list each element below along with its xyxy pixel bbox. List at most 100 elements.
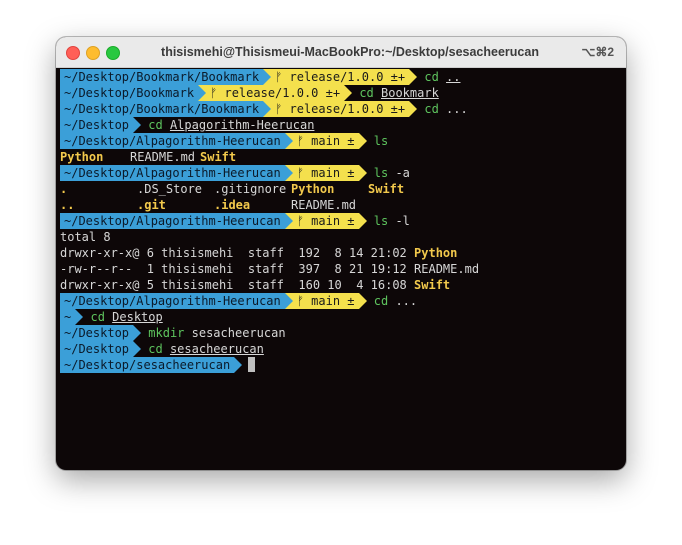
window-title: thisismehi@Thisismeui-MacBookPro:~/Deskt… xyxy=(161,45,539,59)
output-entry: . xyxy=(60,182,68,196)
segment-separator-icon xyxy=(284,133,293,149)
prompt-path: ~/Desktop/Bookmark/Bookmark xyxy=(60,101,264,117)
output-entry: README.md xyxy=(130,150,196,164)
output-entry: Python xyxy=(291,182,335,196)
command-arg: sesacheerucan xyxy=(169,342,264,356)
prompt-branch: ᚠ main ± xyxy=(292,213,359,229)
segment-separator-icon xyxy=(133,117,142,133)
segment-separator-icon xyxy=(358,293,367,309)
command: ls xyxy=(373,214,389,228)
output-entry: .DS_Store xyxy=(137,182,203,196)
prompt-branch: ᚠ main ± xyxy=(292,293,359,309)
segment-separator-icon xyxy=(75,309,84,325)
command-arg: ... xyxy=(446,102,468,116)
segment-separator-icon xyxy=(198,85,207,101)
title-bar[interactable]: thisismehi@Thisismeui-MacBookPro:~/Deskt… xyxy=(56,37,626,68)
prompt-line: ~/Desktop/Alpagorithm-Heerucan ᚠ main ± c… xyxy=(60,293,626,309)
file-name: Python xyxy=(414,246,458,260)
command: cd xyxy=(424,102,439,116)
file-meta: drwxr-xr-x@ 5 thisismehi staff 160 10 4 … xyxy=(60,278,407,292)
command: mkdir xyxy=(148,326,185,340)
command-arg: -a xyxy=(395,166,410,180)
output-line: drwxr-xr-x@ 6 thisismehi staff 192 8 14 … xyxy=(60,245,626,261)
command-arg: .. xyxy=(446,70,461,84)
output-total: total 8 xyxy=(60,230,111,244)
segment-separator-icon xyxy=(358,213,367,229)
prompt-path: ~/Desktop/Alpagorithm-Heerucan xyxy=(60,213,285,229)
prompt-branch: ᚠ release/1.0.0 ±+ xyxy=(206,85,345,101)
command-arg: sesacheerucan xyxy=(191,326,286,340)
file-name: Swift xyxy=(414,278,451,292)
output-entry: .git xyxy=(137,198,166,212)
file-name: README.md xyxy=(414,262,480,276)
segment-separator-icon xyxy=(409,69,418,85)
output-line: drwxr-xr-x@ 5 thisismehi staff 160 10 4 … xyxy=(60,277,626,293)
minimize-button[interactable] xyxy=(86,46,100,60)
prompt-path: ~/Desktop/Alpagorithm-Heerucan xyxy=(60,165,285,181)
segment-separator-icon xyxy=(263,101,272,117)
segment-separator-icon xyxy=(358,165,367,181)
command: cd xyxy=(359,86,374,100)
output-line: Python README.md Swift xyxy=(60,149,626,165)
prompt-line: ~/Desktop/Alpagorithm-Heerucan ᚠ main ± l… xyxy=(60,213,626,229)
command-arg: ... xyxy=(395,294,418,308)
command: cd xyxy=(148,342,163,356)
command-arg: Bookmark xyxy=(381,86,439,100)
prompt-path: ~/Desktop/Bookmark xyxy=(60,85,199,101)
output-entry: .. xyxy=(60,198,75,212)
file-meta: drwxr-xr-x@ 6 thisismehi staff 192 8 14 … xyxy=(60,246,407,260)
prompt-path: ~ xyxy=(60,309,76,325)
close-button[interactable] xyxy=(66,46,80,60)
terminal-content[interactable]: ~/Desktop/Bookmark/Bookmark ᚠ release/1.0… xyxy=(56,68,626,470)
prompt-line: ~/Desktop/Alpagorithm-Heerucan ᚠ main ± l… xyxy=(60,165,626,181)
segment-separator-icon xyxy=(263,69,272,85)
command: cd xyxy=(373,294,389,308)
prompt-branch: ᚠ main ± xyxy=(292,165,359,181)
prompt-line: ~ cd Desktop xyxy=(60,309,626,325)
output-entry: Swift xyxy=(200,150,237,164)
output-line: . .DS_Store .gitignore Python Swift xyxy=(60,181,626,197)
prompt-branch: ᚠ release/1.0.0 ±+ xyxy=(271,69,410,85)
command-arg: -l xyxy=(395,214,410,228)
segment-separator-icon xyxy=(358,133,367,149)
prompt-branch: ᚠ main ± xyxy=(292,133,359,149)
prompt-path: ~/Desktop/Alpagorithm-Heerucan xyxy=(60,133,285,149)
prompt-path: ~/Desktop xyxy=(60,117,134,133)
command: ls xyxy=(373,134,389,148)
command: ls xyxy=(373,166,389,180)
prompt-path: ~/Desktop/Alpagorithm-Heerucan xyxy=(60,293,285,309)
segment-separator-icon xyxy=(133,325,142,341)
command: cd xyxy=(424,70,439,84)
segment-separator-icon xyxy=(409,101,418,117)
output-entry: .idea xyxy=(214,198,251,212)
command-arg: Desktop xyxy=(112,310,163,324)
prompt-line: ~/Desktop/Alpagorithm-Heerucan ᚠ main ± l… xyxy=(60,133,626,149)
maximize-button[interactable] xyxy=(106,46,120,60)
segment-separator-icon xyxy=(284,165,293,181)
command: cd xyxy=(148,118,163,132)
prompt-path: ~/Desktop xyxy=(60,325,134,341)
prompt-line: ~/Desktop cd Alpagorithm-Heerucan xyxy=(60,117,626,133)
prompt-line: ~/Desktop/Bookmark/Bookmark ᚠ release/1.0… xyxy=(60,69,626,85)
prompt-path: ~/Desktop/Bookmark/Bookmark xyxy=(60,69,264,85)
output-line: -rw-r--r-- 1 thisismehi staff 397 8 21 1… xyxy=(60,261,626,277)
segment-separator-icon xyxy=(234,357,243,373)
prompt-line: ~/Desktop/Bookmark ᚠ release/1.0.0 ±+ cd … xyxy=(60,85,626,101)
output-line: .. .git .idea README.md xyxy=(60,197,626,213)
output-entry: README.md xyxy=(291,198,357,212)
output-line: total 8 xyxy=(60,229,626,245)
output-entry: Swift xyxy=(368,182,405,196)
output-entry: Python xyxy=(60,150,104,164)
segment-separator-icon xyxy=(344,85,353,101)
text-cursor[interactable] xyxy=(248,357,256,372)
file-meta: -rw-r--r-- 1 thisismehi staff 397 8 21 1… xyxy=(60,262,407,276)
prompt-line: ~/Desktop/Bookmark/Bookmark ᚠ release/1.0… xyxy=(60,101,626,117)
prompt-path: ~/Desktop/sesacheerucan xyxy=(60,357,235,373)
segment-separator-icon xyxy=(284,213,293,229)
output-entry: .gitignore xyxy=(214,182,287,196)
window-shortcut: ⌥⌘2 xyxy=(581,45,614,59)
prompt-line: ~/Desktop mkdir sesacheerucan xyxy=(60,325,626,341)
current-prompt-line[interactable]: ~/Desktop/sesacheerucan xyxy=(60,357,626,373)
command-arg: Alpagorithm-Heerucan xyxy=(169,118,315,132)
terminal-window: thisismehi@Thisismeui-MacBookPro:~/Deskt… xyxy=(56,37,626,470)
